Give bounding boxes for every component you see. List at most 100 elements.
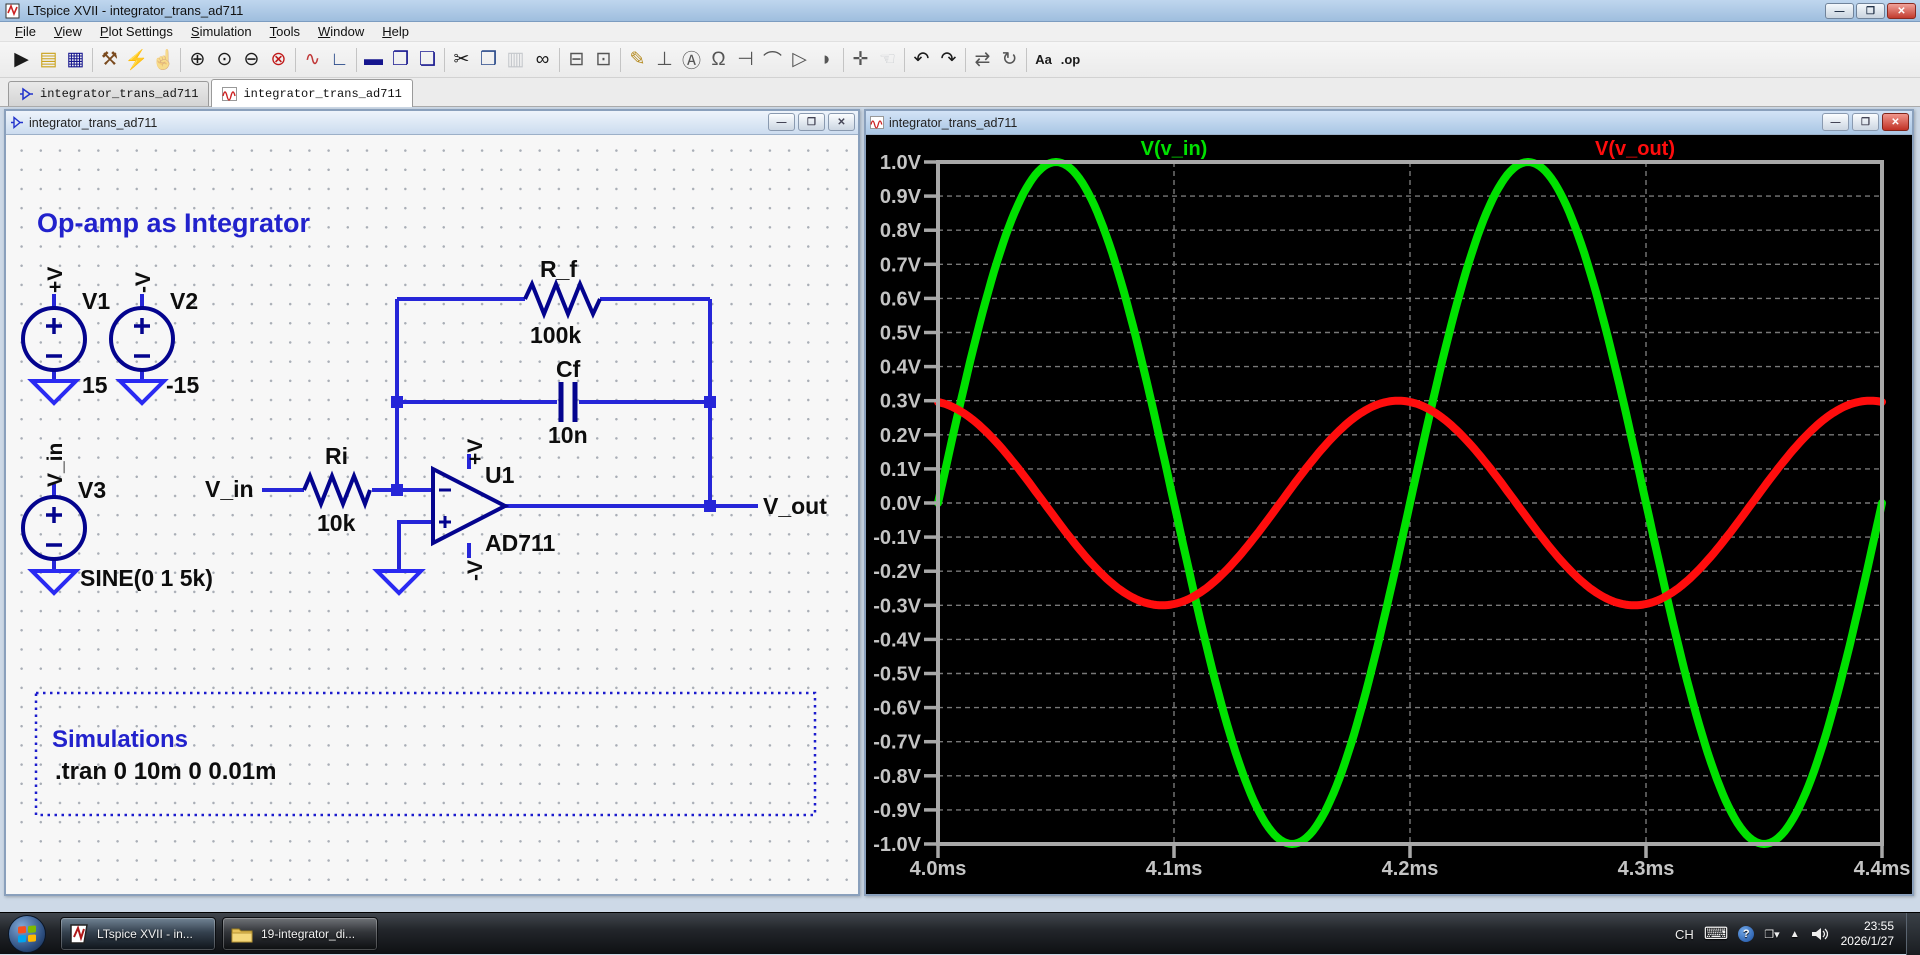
show-desktop-button[interactable] <box>1906 913 1920 955</box>
zoom-out-button[interactable]: ⊖ <box>238 46 265 73</box>
resistor-ri[interactable] <box>304 476 370 504</box>
legend-vv_out[interactable]: V(v_out) <box>1595 138 1675 160</box>
cascade-windows-button[interactable]: ❐ <box>387 46 414 73</box>
halt-button[interactable]: ⚡ <box>123 46 150 73</box>
cut-button[interactable]: ✂ <box>448 46 475 73</box>
volume-icon[interactable] <box>1810 926 1828 942</box>
v2-designator[interactable]: V2 <box>170 288 198 314</box>
menu-file[interactable]: File <box>6 22 45 41</box>
voltage-source-v1[interactable] <box>23 308 85 370</box>
open-button[interactable]: ▤ <box>35 46 62 73</box>
v3-designator[interactable]: V3 <box>78 477 106 503</box>
app-close-button[interactable]: ✕ <box>1887 3 1916 19</box>
schematic-window-titlebar[interactable]: integrator_trans_ad711 — ❐ ✕ <box>6 111 858 135</box>
pan-button[interactable]: ☝ <box>150 46 177 73</box>
menu-help[interactable]: Help <box>373 22 418 41</box>
copy-button[interactable]: ❒ <box>475 46 502 73</box>
place-resistor-button[interactable]: Ω <box>705 46 732 73</box>
taskbar-clock[interactable]: 23:55 2026/1/27 <box>1841 919 1894 949</box>
menu-simulation[interactable]: Simulation <box>182 22 261 41</box>
resistor-rf[interactable] <box>525 284 600 314</box>
waveform-close-button[interactable]: ✕ <box>1882 113 1909 131</box>
waveform-window-titlebar[interactable]: integrator_trans_ad711 — ❐ ✕ <box>866 111 1912 135</box>
run-button[interactable]: ▶ <box>8 46 35 73</box>
taskbar-button-ltspice[interactable]: LTspice XVII - in... <box>60 917 216 951</box>
help-icon[interactable]: ? <box>1738 926 1754 942</box>
app-titlebar[interactable]: LTspice XVII - integrator_trans_ad711 — … <box>0 0 1920 22</box>
plot-axes-button[interactable]: ∟ <box>326 46 353 73</box>
taskbar-button-folder[interactable]: 19-integrator_di... <box>222 917 378 951</box>
net-label-v3[interactable]: V_in <box>44 443 67 487</box>
rf-value[interactable]: 100k <box>530 322 581 348</box>
move-button[interactable]: ✛ <box>847 46 874 73</box>
save-button[interactable]: ▦ <box>62 46 89 73</box>
u1-designator[interactable]: U1 <box>485 462 515 488</box>
menu-view[interactable]: View <box>45 22 91 41</box>
undo-button[interactable]: ↶ <box>908 46 935 73</box>
autorange-y-button[interactable]: ∿ <box>299 46 326 73</box>
simulation-heading[interactable]: Simulations <box>52 726 188 753</box>
opamp-vminus-label[interactable]: -V <box>464 560 487 581</box>
tile-windows-button[interactable]: ▬ <box>360 46 387 73</box>
legend-vv_in[interactable]: V(v_in) <box>1141 138 1208 160</box>
waveform-minimize-button[interactable]: — <box>1822 113 1849 131</box>
arrange-windows-button[interactable]: ❏ <box>414 46 441 73</box>
cf-designator[interactable]: Cf <box>556 356 581 382</box>
net-label-vout[interactable]: V_out <box>763 493 827 519</box>
rail-label-v2[interactable]: -V <box>132 272 155 293</box>
place-ground-button[interactable]: ⊥ <box>651 46 678 73</box>
spice-directive-text[interactable]: .tran 0 10m 0 0.01m <box>55 758 276 785</box>
find-button[interactable]: ∞ <box>529 46 556 73</box>
paste-button[interactable]: ▥ <box>502 46 529 73</box>
control-panel-button[interactable]: ⚒ <box>96 46 123 73</box>
net-label-vin[interactable]: V_in <box>205 476 254 502</box>
mirror-button[interactable]: ⇄ <box>969 46 996 73</box>
spice-directive-button[interactable]: .op <box>1057 46 1084 73</box>
place-diode-button[interactable]: ▷ <box>786 46 813 73</box>
menu-tools[interactable]: Tools <box>261 22 309 41</box>
tab-waveform[interactable]: integrator_trans_ad711 <box>211 79 412 107</box>
app-minimize-button[interactable]: — <box>1825 3 1854 19</box>
drag-button[interactable]: ☜ <box>874 46 901 73</box>
tab-schematic[interactable]: integrator_trans_ad711 <box>8 81 209 106</box>
voltage-source-v2[interactable] <box>111 308 173 370</box>
start-button[interactable] <box>8 915 46 953</box>
schematic-restore-button[interactable]: ❐ <box>798 113 825 131</box>
rail-label-v1[interactable]: +V <box>44 267 67 293</box>
show-hidden-icons[interactable]: ▲ <box>1790 929 1800 940</box>
place-capacitor-button[interactable]: ⊣ <box>732 46 759 73</box>
schematic-close-button[interactable]: ✕ <box>828 113 855 131</box>
waveform-plot[interactable]: 1.0V0.9V0.8V0.7V0.6V0.5V0.4V0.3V0.2V0.1V… <box>866 135 1912 894</box>
wires[interactable] <box>54 294 758 571</box>
v1-value[interactable]: 15 <box>82 372 108 398</box>
redo-button[interactable]: ↷ <box>935 46 962 73</box>
menu-window[interactable]: Window <box>309 22 373 41</box>
print-button[interactable]: ⊡ <box>590 46 617 73</box>
place-inductor-button[interactable]: ⌒ <box>759 46 786 73</box>
ri-designator[interactable]: Ri <box>325 443 348 469</box>
opamp-vplus-label[interactable]: +V <box>464 439 487 465</box>
capacitor-cf[interactable] <box>561 382 575 422</box>
place-label-button[interactable]: Ⓐ <box>678 46 705 73</box>
schematic-canvas[interactable]: Op-amp as Integrator <box>6 135 858 894</box>
restore-windows-icon[interactable]: ❐▾ <box>1764 928 1779 941</box>
zoom-full-extents-button[interactable]: ⊗ <box>265 46 292 73</box>
menu-plot-settings[interactable]: Plot Settings <box>91 22 182 41</box>
zoom-area-button[interactable]: ⊙ <box>211 46 238 73</box>
schematic-minimize-button[interactable]: — <box>768 113 795 131</box>
u1-part[interactable]: AD711 <box>485 530 556 556</box>
cf-value[interactable]: 10n <box>548 422 588 448</box>
rotate-button[interactable]: ↻ <box>996 46 1023 73</box>
rf-designator[interactable]: R_f <box>540 256 577 282</box>
keyboard-icon[interactable]: ⌨ <box>1704 924 1729 944</box>
add-text-button[interactable]: Aa <box>1030 46 1057 73</box>
language-indicator[interactable]: CH <box>1675 927 1694 942</box>
print-preview-button[interactable]: ⊟ <box>563 46 590 73</box>
v3-value[interactable]: SINE(0 1 5k) <box>80 565 213 591</box>
voltage-source-v3[interactable] <box>23 497 85 559</box>
app-restore-button[interactable]: ❐ <box>1856 3 1885 19</box>
waveform-restore-button[interactable]: ❐ <box>1852 113 1879 131</box>
zoom-in-button[interactable]: ⊕ <box>184 46 211 73</box>
draw-wire-button[interactable]: ✎ <box>624 46 651 73</box>
schematic-heading[interactable]: Op-amp as Integrator <box>37 208 311 238</box>
